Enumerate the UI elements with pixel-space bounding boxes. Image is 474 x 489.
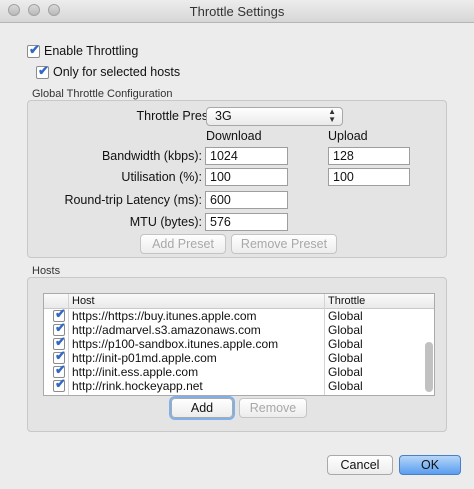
checkmark-icon: ✔ [55,320,66,335]
mtu-label: MTU (bytes): [129,215,202,229]
remove-host-button[interactable]: Remove [239,398,307,418]
only-selected-hosts-label[interactable]: Only for selected hosts [53,65,180,79]
chevron-updown-icon: ▲ ▼ [328,107,336,124]
host-cell: http://admarvel.s3.amazonaws.com [72,323,261,337]
throttle-settings-window: Throttle Settings ✔ Enable Throttling ✔ … [0,0,474,489]
remove-preset-button[interactable]: Remove Preset [231,234,337,254]
host-cell: https://p100-sandbox.itunes.apple.com [72,337,279,351]
throttle-preset-select[interactable]: 3G ▲ ▼ [206,107,343,126]
host-cell: http://init-p01md.apple.com [72,351,217,365]
throttle-cell: Global [328,309,363,323]
throttle-cell: Global [328,337,363,351]
throttle-cell: Global [328,323,363,337]
host-column-header[interactable]: Host [68,294,95,308]
table-row[interactable]: ✔ http://init.ess.apple.com Global [44,362,434,379]
utilisation-download-input[interactable]: 100 [205,168,288,186]
latency-label: Round-trip Latency (ms): [64,193,202,207]
mtu-input[interactable]: 576 [205,213,288,231]
utilisation-upload-input[interactable]: 100 [328,168,410,186]
bandwidth-upload-input[interactable]: 128 [328,147,410,165]
throttle-cell: Global [328,351,363,365]
window-title: Throttle Settings [189,4,285,19]
vertical-scrollbar[interactable] [425,342,433,392]
checkmark-icon: ✔ [55,362,66,377]
throttle-cell: Global [328,379,363,393]
only-selected-hosts-checkbox[interactable]: ✔ [36,63,49,79]
throttle-cell: Global [328,365,363,379]
hosts-table: Host Throttle ✔ https://https://buy.itun… [43,293,435,396]
cancel-button[interactable]: Cancel [327,455,393,475]
table-row[interactable]: ✔ http://init-p01md.apple.com Global [44,348,434,365]
host-cell: http://rink.hockeyapp.net [72,379,203,393]
checkmark-icon: ✔ [29,42,40,57]
checkmark-icon: ✔ [55,348,66,363]
bandwidth-download-input[interactable]: 1024 [205,147,288,165]
enable-throttling-label[interactable]: Enable Throttling [44,44,138,58]
table-row[interactable]: ✔ https://p100-sandbox.itunes.apple.com … [44,334,434,351]
checkmark-icon: ✔ [55,376,66,391]
upload-column-header: Upload [328,129,368,143]
throttle-preset-value: 3G [215,109,232,123]
latency-input[interactable]: 600 [205,191,288,209]
checkmark-icon: ✔ [55,306,66,321]
download-column-header: Download [206,129,262,143]
ok-button[interactable]: OK [399,455,461,475]
hosts-table-header: Host Throttle [44,294,434,309]
add-host-button[interactable]: Add [171,398,233,418]
utilisation-label: Utilisation (%): [121,170,202,184]
checkmark-icon: ✔ [38,63,49,78]
table-row[interactable]: ✔ http://admarvel.s3.amazonaws.com Globa… [44,320,434,337]
global-config-group-title: Global Throttle Configuration [32,88,173,100]
enable-throttling-checkbox[interactable]: ✔ [27,42,40,58]
host-enabled-checkbox[interactable]: ✔ [53,376,66,392]
table-row[interactable]: ✔ http://rink.hockeyapp.net Global [44,376,434,393]
bandwidth-label: Bandwidth (kbps): [101,149,202,163]
host-cell: http://init.ess.apple.com [72,365,199,379]
checkmark-icon: ✔ [55,334,66,349]
table-row[interactable]: ✔ https://https://buy.itunes.apple.com G… [44,306,434,323]
host-cell: https://https://buy.itunes.apple.com [72,309,257,323]
global-config-group: Throttle Preset: 3G ▲ ▼ Download Upload B… [27,100,447,258]
throttle-column-header[interactable]: Throttle [324,294,365,308]
title-bar: Throttle Settings [0,0,474,23]
add-preset-button[interactable]: Add Preset [140,234,226,254]
hosts-group-title: Hosts [32,265,61,277]
hosts-group: Host Throttle ✔ https://https://buy.itun… [27,277,447,432]
